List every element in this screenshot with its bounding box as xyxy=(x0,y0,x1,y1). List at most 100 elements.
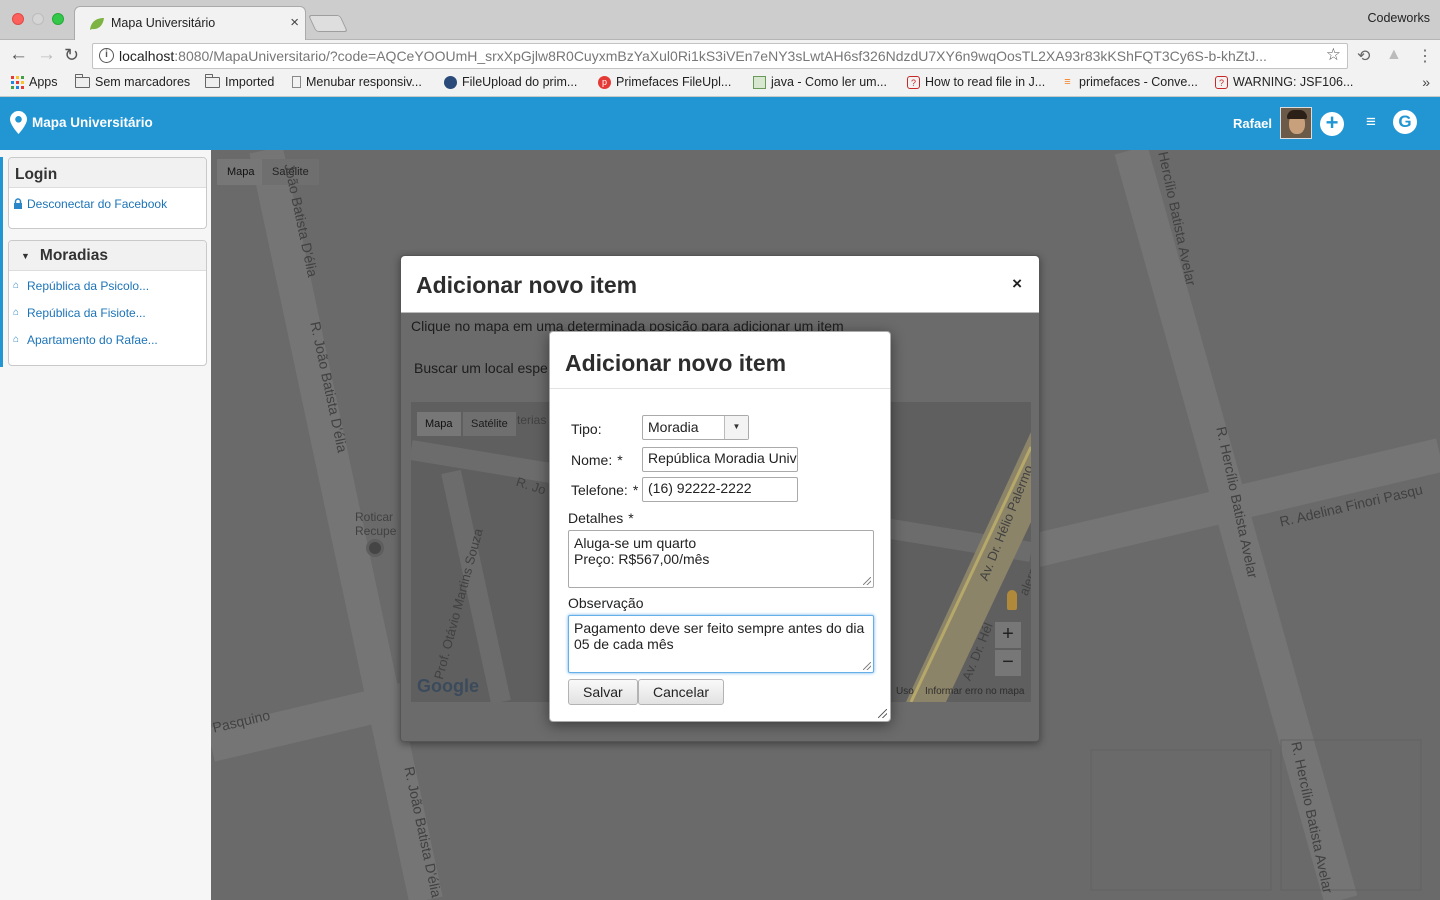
bookmark-label: WARNING: JSF106... xyxy=(1233,75,1354,89)
bookmark-sem-marcadores[interactable]: Sem marcadores xyxy=(75,73,191,89)
bookmark-label: Sem marcadores xyxy=(95,75,191,89)
outer-dialog-title: Adicionar novo item xyxy=(416,272,638,298)
broken-page-icon: ? xyxy=(907,75,920,89)
nome-input[interactable]: República Moradia Univ xyxy=(642,447,798,472)
avatar[interactable] xyxy=(1280,107,1312,139)
poi-marker-icon[interactable] xyxy=(366,539,384,557)
bookmark-menubar[interactable]: Menubar responsiv... xyxy=(292,75,422,89)
app-header: Mapa Universitário Rafael + ≡ G xyxy=(0,97,1440,150)
tipo-selected-value: Moradia xyxy=(648,419,699,435)
tipo-label: Tipo: xyxy=(571,421,602,437)
dialog-map-type-map-button[interactable]: Mapa xyxy=(417,412,461,436)
forward-icon[interactable]: → xyxy=(37,44,56,66)
new-tab-button[interactable] xyxy=(308,15,348,32)
browser-toolbar: ← → ↻ i localhost:8080/MapaUniversitario… xyxy=(0,40,1440,72)
tipo-select[interactable]: Moradia ▼ xyxy=(642,415,749,440)
menu-icon[interactable]: ≡ xyxy=(1366,112,1376,132)
outer-dialog-header: Adicionar novo item × xyxy=(401,256,1039,313)
bookmark-warning[interactable]: ? WARNING: JSF106... xyxy=(1215,75,1353,89)
more-bookmarks-button[interactable]: » xyxy=(1422,74,1430,90)
app-logo[interactable]: Mapa Universitário xyxy=(10,111,153,134)
house-icon: ⌂ xyxy=(13,279,20,291)
google-icon[interactable]: G xyxy=(1393,110,1417,134)
telefone-input[interactable]: (16) 92222-2222 xyxy=(642,477,798,502)
resize-handle-icon[interactable] xyxy=(863,577,871,585)
map-type-map-button[interactable]: Mapa xyxy=(217,159,265,185)
menu-dots-icon[interactable]: ⋮ xyxy=(1417,46,1433,66)
zoom-in-button[interactable]: + xyxy=(995,622,1021,648)
search-location-label: Buscar um local espe xyxy=(414,360,548,376)
moradias-panel-header[interactable]: ▼ Moradias xyxy=(9,241,206,271)
resize-handle-icon[interactable] xyxy=(863,662,871,670)
bookmark-label: java - Como ler um... xyxy=(771,75,888,89)
observacao-textarea[interactable]: Pagamento deve ser feito sempre antes do… xyxy=(568,615,874,673)
folder-icon xyxy=(205,73,220,88)
house-icon: ⌂ xyxy=(13,306,20,318)
telefone-label: Telefone: * xyxy=(571,482,639,498)
bookmark-how-to-read[interactable]: ? How to read file in J... xyxy=(907,75,1045,89)
moradia-label: Apartamento do Rafae... xyxy=(27,332,158,347)
close-icon[interactable]: × xyxy=(1012,274,1022,294)
bookmark-label: Primefaces FileUpl... xyxy=(616,75,732,89)
house-icon: ⌂ xyxy=(13,333,20,345)
moradia-label: República da Fisiote... xyxy=(27,305,146,320)
moradias-panel: ▼ Moradias ⌂ República da Psicolo... ⌂ Rep… xyxy=(8,240,207,366)
moradia-link[interactable]: ⌂ República da Psicolo... xyxy=(9,272,206,299)
page-icon xyxy=(292,76,301,88)
browser-tab[interactable]: Mapa Universitário × xyxy=(74,6,306,40)
bookmark-label: Imported xyxy=(225,75,275,89)
moradia-link[interactable]: ⌂ República da Fisiote... xyxy=(9,299,206,326)
stackoverflow-icon: ≡ xyxy=(1064,75,1071,88)
address-bar[interactable]: i localhost:8080/MapaUniversitario/?code… xyxy=(92,43,1348,69)
login-panel-title: Login xyxy=(9,158,206,188)
tab-close-icon[interactable]: × xyxy=(290,14,299,31)
bookmark-label: Menubar responsiv... xyxy=(306,75,422,89)
report-map-error-link[interactable]: Informar erro no mapa xyxy=(925,686,1025,697)
bookmark-label: primefaces - Conve... xyxy=(1079,75,1198,89)
bookmarks-bar: Apps Sem marcadores Imported Menubar res… xyxy=(0,72,1440,97)
bookmark-star-icon[interactable]: ☆ xyxy=(1326,45,1341,65)
bookmark-fileupload[interactable]: FileUpload do prim... xyxy=(444,75,577,89)
maximize-window-button[interactable] xyxy=(52,13,64,25)
info-icon[interactable]: i xyxy=(99,48,114,63)
bookmark-apps[interactable]: Apps xyxy=(11,75,58,89)
pegman-icon[interactable] xyxy=(1007,590,1017,610)
dialog-divider xyxy=(550,388,890,389)
dialog-poi-label: terias xyxy=(517,413,547,427)
google-logo: Google xyxy=(417,676,479,696)
add-item-button[interactable]: + xyxy=(1320,112,1344,136)
profile-name[interactable]: Codeworks xyxy=(1367,11,1430,25)
dialog-resize-handle-icon[interactable] xyxy=(878,709,887,718)
bookmark-java[interactable]: java - Como ler um... xyxy=(753,75,887,89)
moradia-link[interactable]: ⌂ Apartamento do Rafae... xyxy=(9,326,206,353)
zoom-out-button[interactable]: − xyxy=(995,650,1021,676)
map-terms-link[interactable]: Uso xyxy=(896,686,914,697)
extension-icon[interactable]: ⟲ xyxy=(1357,46,1370,66)
app-title: Mapa Universitário xyxy=(32,115,153,130)
map-pin-icon xyxy=(10,111,27,134)
logout-facebook-link[interactable]: Desconectar do Facebook xyxy=(9,190,206,217)
reload-icon[interactable]: ↻ xyxy=(64,44,79,66)
minimize-window-button[interactable] xyxy=(32,13,44,25)
add-item-dialog-title: Adicionar novo item xyxy=(565,350,787,376)
dialog-map-type-satellite-button[interactable]: Satélite xyxy=(463,412,516,436)
moradias-panel-title: Moradias xyxy=(39,246,108,264)
lock-icon xyxy=(14,198,22,209)
observacao-label: Observação xyxy=(568,595,644,611)
close-window-button[interactable] xyxy=(12,13,24,25)
broken-page-icon: ? xyxy=(1215,75,1228,89)
user-name: Rafael xyxy=(1233,116,1273,131)
bookmark-imported[interactable]: Imported xyxy=(205,73,275,89)
save-button[interactable]: Salvar xyxy=(568,679,638,705)
tab-title: Mapa Universitário xyxy=(111,16,216,30)
chevron-down-icon[interactable]: ▼ xyxy=(724,416,748,439)
drive-icon[interactable]: ▲ xyxy=(1386,46,1402,64)
bookmark-primefaces-fileupl[interactable]: p Primefaces FileUpl... xyxy=(598,75,731,89)
bookmark-label: Apps xyxy=(29,75,58,89)
bookmark-label: How to read file in J... xyxy=(925,75,1046,89)
url-text[interactable]: localhost:8080/MapaUniversitario/?code=A… xyxy=(119,48,1314,64)
detalhes-textarea[interactable]: Aluga-se um quarto Preço: R$567,00/mês xyxy=(568,530,874,588)
cancel-button[interactable]: Cancelar xyxy=(638,679,725,705)
back-icon[interactable]: ← xyxy=(9,44,28,66)
bookmark-primefaces-conve[interactable]: ≡ primefaces - Conve... xyxy=(1061,75,1198,89)
